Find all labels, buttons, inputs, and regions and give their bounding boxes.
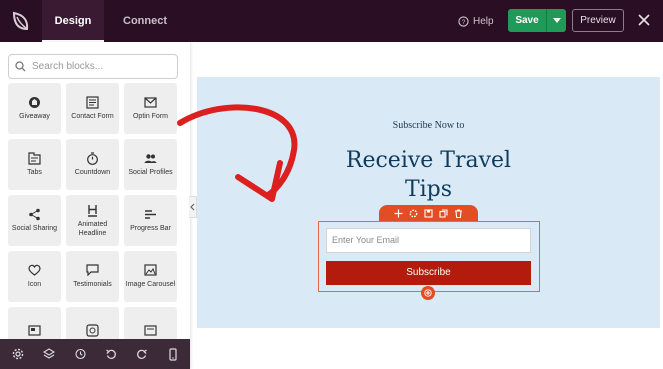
svg-text:?: ? xyxy=(462,18,466,25)
block-label: Icon xyxy=(27,281,42,289)
block-tabs[interactable]: Tabs xyxy=(8,139,61,190)
redo-icon[interactable] xyxy=(134,346,150,362)
save-block-icon[interactable] xyxy=(424,208,433,218)
block-label: Testimonials xyxy=(73,281,112,289)
block-label: Animated Headline xyxy=(77,221,108,237)
contact-form-icon xyxy=(86,95,100,109)
heart-icon xyxy=(28,263,42,277)
help-label: Help xyxy=(473,15,494,27)
leaf-logo-icon[interactable] xyxy=(8,8,34,34)
block-label: Progress Bar xyxy=(130,225,171,233)
block-settings-icon[interactable] xyxy=(409,209,418,218)
search-box xyxy=(8,54,178,79)
tab-connect[interactable]: Connect xyxy=(112,0,178,42)
block-icon xyxy=(86,324,100,338)
trash-icon[interactable] xyxy=(454,208,463,218)
bottom-toolbar xyxy=(0,339,190,369)
undo-icon[interactable] xyxy=(103,346,119,362)
block-label: Tabs xyxy=(27,169,42,177)
mobile-preview-icon[interactable] xyxy=(165,346,181,362)
block-giveaway[interactable]: Giveaway xyxy=(8,83,61,134)
block-social-sharing[interactable]: Social Sharing xyxy=(8,195,61,246)
speech-bubble-icon xyxy=(86,263,100,277)
duplicate-icon[interactable] xyxy=(439,208,448,218)
block-optin-form[interactable]: Optin Form xyxy=(124,83,177,134)
help-icon: ? xyxy=(458,15,469,27)
block-icon[interactable]: Icon xyxy=(8,251,61,302)
tabs-icon xyxy=(28,151,42,165)
email-field[interactable]: Enter Your Email xyxy=(326,228,531,253)
add-block-button[interactable] xyxy=(421,286,435,300)
blocks-sidebar: Giveaway Contact Form Optin Form Tabs Co… xyxy=(0,42,190,369)
save-button-group: Save xyxy=(508,9,566,32)
move-icon[interactable] xyxy=(394,209,403,218)
save-options-dropdown[interactable] xyxy=(546,9,566,32)
block-icon xyxy=(144,324,158,338)
block-animated-headline[interactable]: Animated Headline xyxy=(66,195,119,246)
help-link[interactable]: ? Help xyxy=(458,0,494,42)
block-social-profiles[interactable]: Social Profiles xyxy=(124,139,177,190)
block-label: Image Carousel xyxy=(125,281,176,289)
block-progress-bar[interactable]: Progress Bar xyxy=(124,195,177,246)
layers-icon[interactable] xyxy=(41,346,57,362)
settings-icon[interactable] xyxy=(10,346,26,362)
plus-icon xyxy=(424,289,432,297)
search-icon xyxy=(15,61,26,72)
save-button[interactable]: Save xyxy=(508,9,546,32)
search-input[interactable] xyxy=(32,61,172,72)
tab-design[interactable]: Design xyxy=(42,0,104,42)
close-icon[interactable] xyxy=(636,12,652,28)
preview-button[interactable]: Preview xyxy=(572,9,624,32)
image-carousel-icon xyxy=(144,263,158,277)
progress-bar-icon xyxy=(144,207,158,221)
block-image-carousel[interactable]: Image Carousel xyxy=(124,251,177,302)
block-testimonials[interactable]: Testimonials xyxy=(66,251,119,302)
block-label: Social Sharing xyxy=(11,225,58,233)
drag-arrow-annotation xyxy=(177,104,298,202)
giveaway-icon xyxy=(28,95,42,109)
subscribe-button[interactable]: Subscribe xyxy=(326,261,531,285)
block-label: Countdown xyxy=(74,169,111,177)
people-icon xyxy=(144,151,158,165)
block-toolbar xyxy=(379,205,478,221)
top-bar: Design Connect ? Help Save Preview xyxy=(0,0,663,42)
envelope-icon xyxy=(144,95,158,109)
stopwatch-icon xyxy=(86,151,100,165)
block-icon xyxy=(28,324,42,338)
block-label: Social Profiles xyxy=(128,169,173,177)
history-icon[interactable] xyxy=(72,346,88,362)
block-countdown[interactable]: Countdown xyxy=(66,139,119,190)
block-contact-form[interactable]: Contact Form xyxy=(66,83,119,134)
heading-icon xyxy=(86,203,100,217)
caret-down-icon xyxy=(552,18,561,23)
block-label: Optin Form xyxy=(132,113,168,121)
block-label: Contact Form xyxy=(71,113,114,121)
block-label: Giveaway xyxy=(19,113,50,121)
share-icon xyxy=(28,207,42,221)
